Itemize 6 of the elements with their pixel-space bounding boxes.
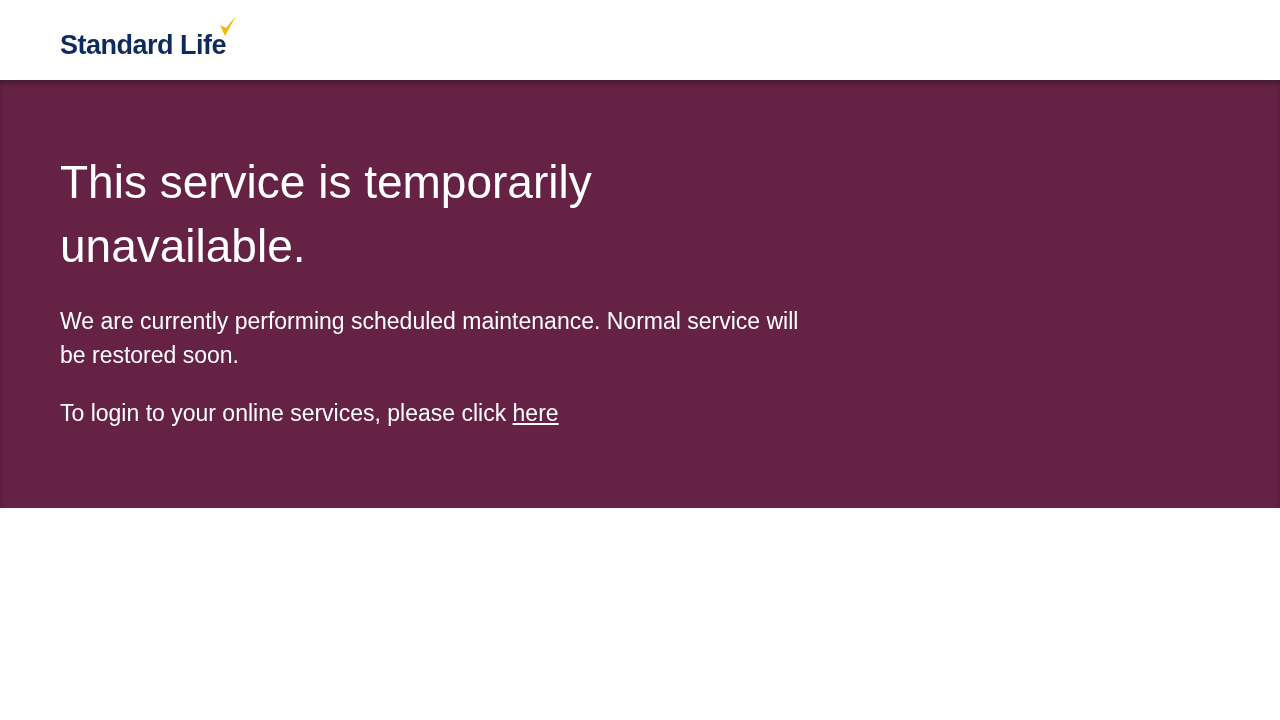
here-link[interactable]: here [512, 400, 559, 426]
notice-title: This service is temporarily unavailable. [60, 155, 593, 274]
login-text: To login to your online services, please click here [60, 399, 560, 428]
tick-icon [220, 15, 237, 36]
standard-life-logo[interactable]: Standard Life [60, 15, 237, 61]
maintenance-message: We are currently performing scheduled maintenance. Normal service will be restored soon. [60, 307, 800, 370]
